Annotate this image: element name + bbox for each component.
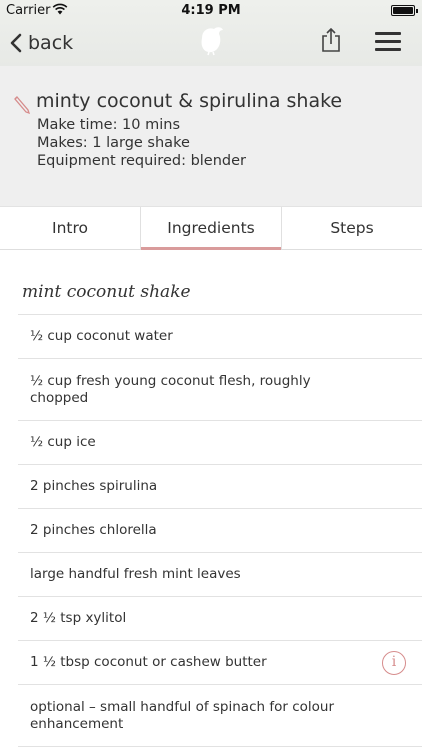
back-button[interactable]: back: [10, 28, 73, 58]
ingredient-item[interactable]: optional – small handful of spinach for …: [18, 685, 422, 747]
ingredient-item[interactable]: ½ cup ice: [18, 421, 422, 465]
ingredient-text: ½ cup ice: [30, 434, 96, 450]
bird-logo-icon: [196, 24, 226, 56]
status-time: 4:19 PM: [181, 3, 241, 18]
ingredient-text: 2 ½ tsp xylitol: [30, 610, 127, 626]
ingredient-item[interactable]: 2 pinches spirulina: [18, 465, 422, 509]
tab-bar: Intro Ingredients Steps: [0, 206, 422, 250]
ingredient-text: large handful fresh mint leaves: [30, 566, 241, 582]
ingredient-list: ½ cup coconut water ½ cup fresh young co…: [18, 314, 422, 747]
recipe-title: minty coconut & spirulina shake: [36, 90, 343, 112]
tab-label: Steps: [330, 219, 374, 237]
tab-intro[interactable]: Intro: [0, 207, 140, 249]
tab-steps[interactable]: Steps: [281, 207, 422, 249]
ingredient-text: 2 pinches chlorella: [30, 522, 157, 538]
tab-label: Intro: [52, 219, 88, 237]
ingredient-text: 1 ½ tbsp coconut or cashew butter: [30, 654, 267, 670]
battery-icon: [391, 5, 418, 16]
navigation-bar: Carrier 4:19 PM back: [0, 0, 422, 66]
ingredient-text: ½ cup coconut water: [30, 328, 173, 344]
makes-info: Makes: 1 large shake: [37, 135, 190, 151]
hamburger-line: [375, 32, 401, 35]
share-button[interactable]: [320, 27, 342, 52]
back-label: back: [28, 32, 74, 54]
tab-ingredients[interactable]: Ingredients: [140, 207, 281, 250]
status-bar: Carrier 4:19 PM: [0, 0, 422, 22]
ingredient-item[interactable]: 1 ½ tbsp coconut or cashew butter i: [18, 641, 422, 685]
ingredient-item[interactable]: ½ cup fresh young coconut flesh, roughly…: [18, 359, 422, 421]
chevron-left-icon: [10, 33, 22, 53]
ingredient-item[interactable]: ½ cup coconut water: [18, 315, 422, 359]
tab-label: Ingredients: [167, 219, 255, 237]
pencil-icon: [14, 94, 32, 115]
make-time: Make time: 10 mins: [37, 117, 181, 133]
ingredient-text: optional – small handful of spinach for …: [30, 698, 335, 732]
menu-button[interactable]: [375, 32, 401, 52]
hamburger-line: [375, 48, 401, 51]
ingredient-text: 2 pinches spirulina: [30, 478, 158, 494]
ingredient-item[interactable]: 2 ½ tsp xylitol: [18, 597, 422, 641]
ingredient-item[interactable]: large handful fresh mint leaves: [18, 553, 422, 597]
info-icon[interactable]: i: [382, 650, 406, 675]
equipment-info: Equipment required: blender: [37, 153, 246, 169]
ingredient-text: ½ cup fresh young coconut flesh, roughly…: [30, 372, 311, 406]
share-icon: [322, 27, 340, 52]
section-title: mint coconut shake: [22, 282, 191, 302]
ingredient-item[interactable]: 2 pinches chlorella: [18, 509, 422, 553]
hamburger-line: [375, 40, 401, 43]
